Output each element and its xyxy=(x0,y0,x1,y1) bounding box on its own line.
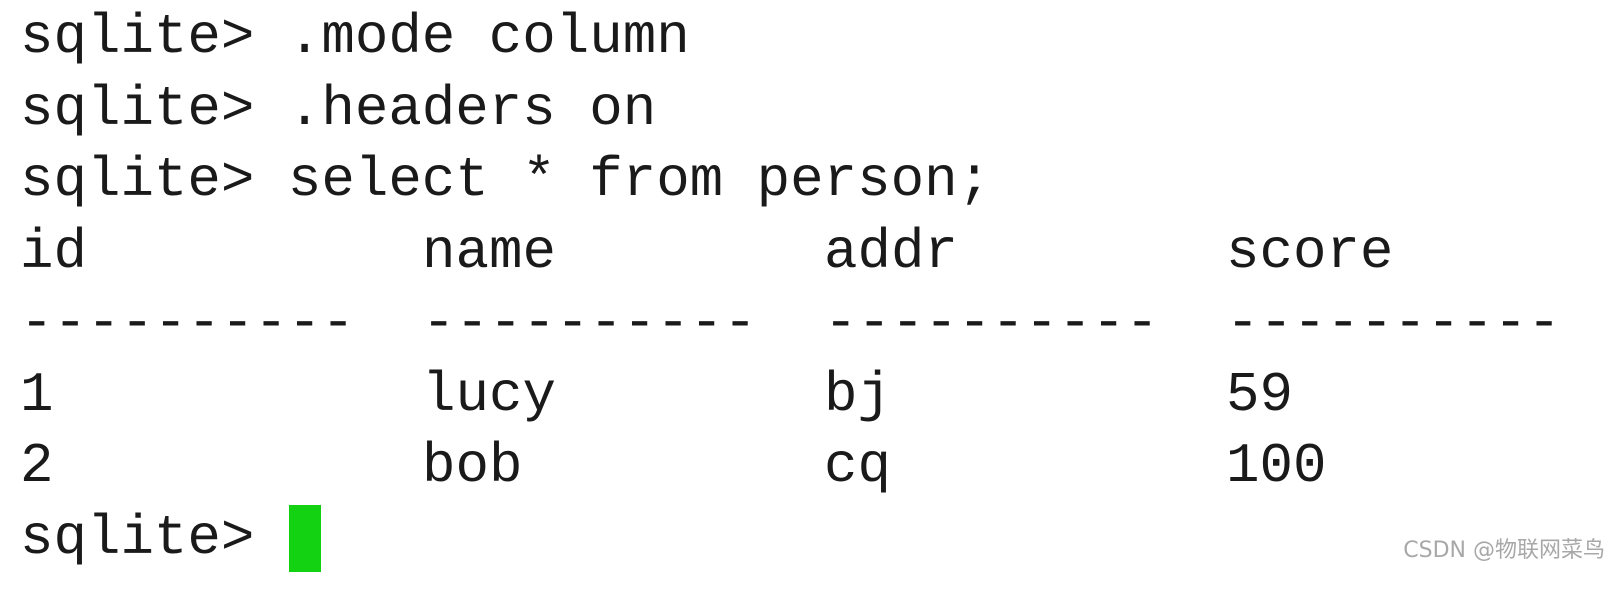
command: .mode column xyxy=(287,6,690,69)
cell-score: 59 xyxy=(1226,363,1293,427)
watermark: CSDN @物联网菜鸟 xyxy=(1403,538,1605,563)
header-cell: addr xyxy=(824,220,958,284)
table-row: 1 lucy bj 59 xyxy=(20,360,1619,432)
command-line: sqlite> .mode column xyxy=(20,2,1619,74)
table-separator-row: ---------- ---------- ---------- ---------- xyxy=(20,288,1619,360)
prompt: sqlite> xyxy=(20,6,288,69)
cell-id: 1 xyxy=(20,363,54,427)
cell-name: lucy xyxy=(422,363,556,427)
header-cell: name xyxy=(422,220,556,284)
cursor xyxy=(288,504,321,572)
separator: ---------- xyxy=(1226,292,1561,355)
separator: ---------- xyxy=(422,292,757,355)
separator: ---------- xyxy=(824,292,1159,355)
prompt: sqlite> xyxy=(20,77,288,141)
header-cell: id xyxy=(20,220,87,284)
terminal-output[interactable]: sqlite> .mode column sqlite> .headers on s… xyxy=(20,2,1619,574)
table-row: 2 bob cq 100 xyxy=(20,431,1619,503)
cell-id: 2 xyxy=(20,435,54,498)
cell-name: bob xyxy=(422,435,523,498)
command: .headers on xyxy=(287,77,657,141)
header-cell: score xyxy=(1226,220,1394,284)
cell-addr: bj xyxy=(824,363,891,427)
table-header-row: id name addr score xyxy=(20,217,1619,289)
command: select * from person; xyxy=(287,149,992,212)
separator: ---------- xyxy=(20,292,355,355)
command-line: sqlite> select * from person; xyxy=(20,145,1619,217)
prompt: sqlite> xyxy=(20,149,288,212)
command-line: sqlite> .headers on xyxy=(20,74,1619,146)
active-prompt-line[interactable]: sqlite> xyxy=(20,503,1619,575)
cell-addr: cq xyxy=(824,435,891,498)
cell-score: 100 xyxy=(1226,435,1327,498)
prompt: sqlite> xyxy=(20,506,288,570)
